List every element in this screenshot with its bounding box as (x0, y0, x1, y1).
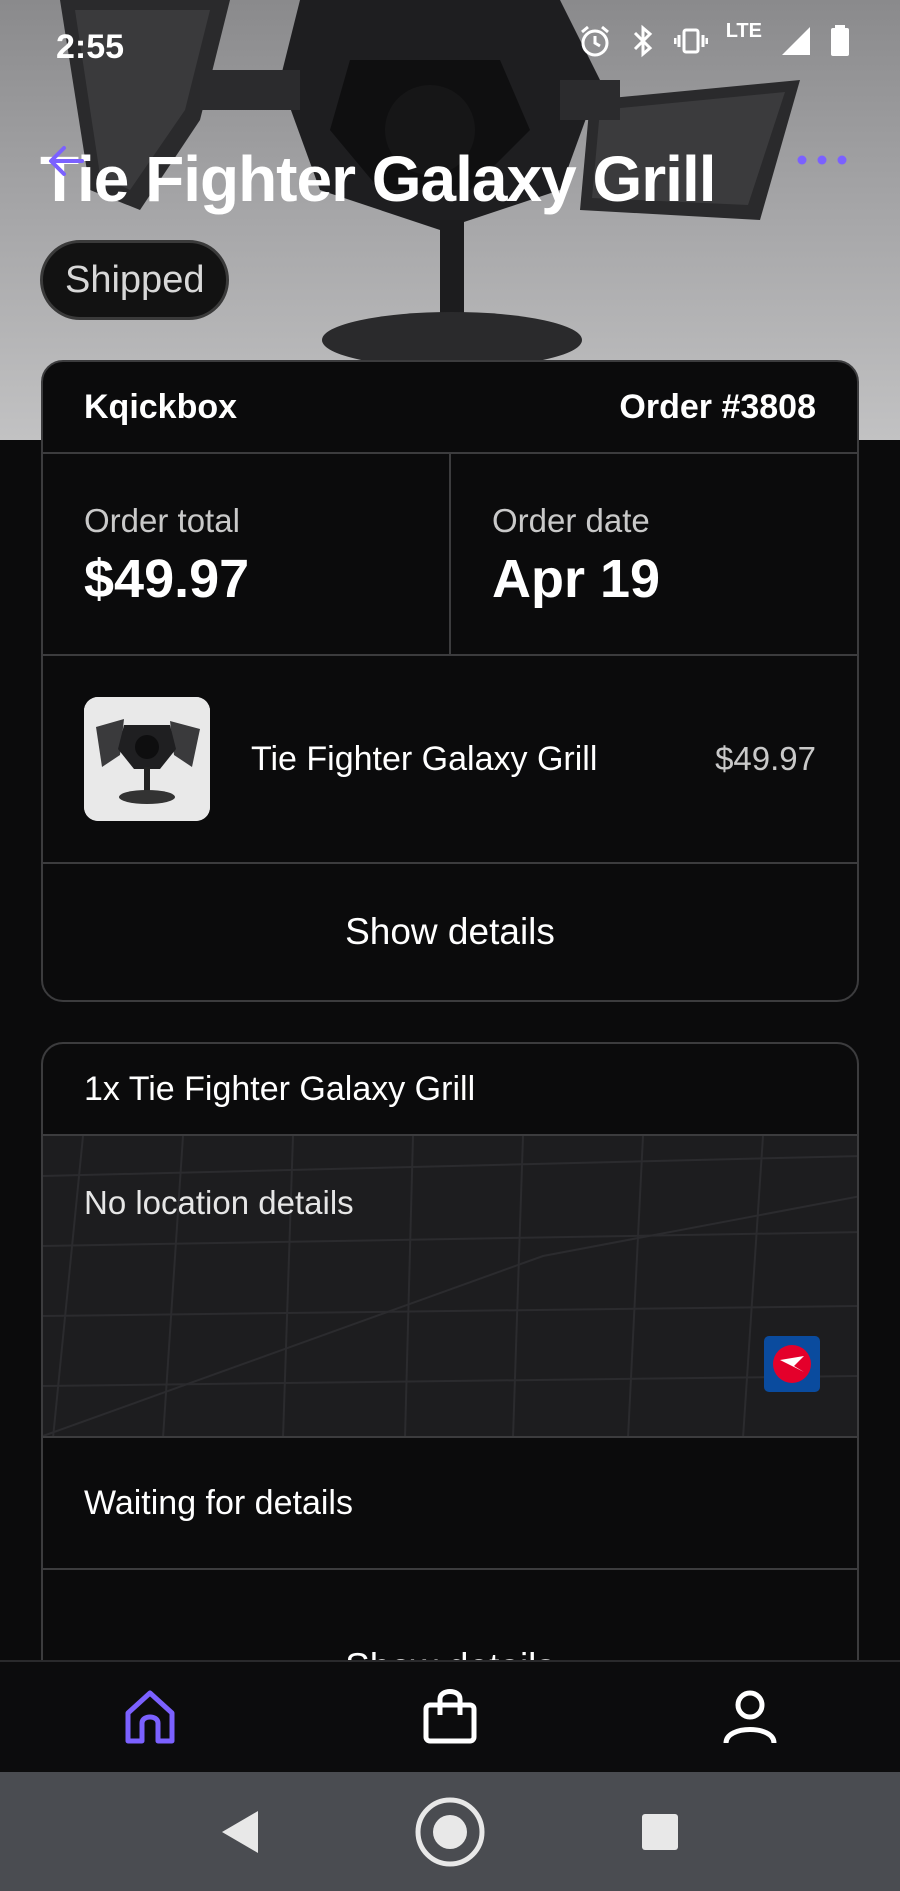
product-image (84, 697, 210, 821)
status-icons: LTE (578, 20, 850, 58)
order-date-cell: Order date Apr 19 (449, 454, 857, 654)
home-icon (125, 1690, 175, 1744)
profile-icon (723, 1690, 777, 1744)
order-total-label: Order total (84, 502, 240, 539)
status-bar: 2:55 LTE (0, 0, 900, 96)
status-time: 2:55 (56, 28, 125, 66)
nav-home[interactable] (90, 1667, 210, 1767)
bag-icon (423, 1689, 477, 1744)
location-text: No location details (84, 1184, 354, 1221)
system-home-button[interactable] (410, 1792, 490, 1872)
bottom-nav (0, 1660, 900, 1772)
show-details-button[interactable]: Show details (43, 864, 857, 1000)
shipment-title: 1x Tie Fighter Galaxy Grill (43, 1044, 857, 1136)
order-date-label: Order date (492, 502, 650, 539)
circle-home-icon (415, 1797, 485, 1866)
status-badge: Shipped (40, 240, 230, 320)
page-title: Tie Fighter Galaxy Grill (40, 143, 716, 215)
system-recents-button[interactable] (620, 1792, 700, 1872)
item-name: Tie Fighter Galaxy Grill (251, 739, 598, 778)
product-thumbnail (84, 697, 210, 821)
store-name: Kqickbox (84, 387, 238, 426)
waiting-status: Waiting for details (43, 1438, 857, 1570)
battery-icon (831, 25, 849, 56)
shipment-card: 1x Tie Fighter Galaxy Grill No location … (41, 1042, 859, 1662)
canada-post-icon (764, 1336, 820, 1392)
shipment-show-details-button[interactable]: Show details (43, 1570, 857, 1662)
system-nav-bar (0, 1772, 900, 1891)
triangle-back-icon (222, 1810, 258, 1853)
square-recents-icon (642, 1813, 678, 1850)
nav-shop[interactable] (390, 1667, 510, 1767)
vibrate-icon (673, 28, 708, 54)
network-label: LTE (725, 19, 762, 42)
system-back-button[interactable] (200, 1792, 280, 1872)
map-view[interactable]: No location details (43, 1136, 857, 1438)
more-options-icon[interactable] (792, 148, 852, 172)
order-number: Order #3808 (619, 387, 816, 426)
order-header: Kqickbox Order #3808 (43, 362, 857, 454)
map-grid (43, 1136, 857, 1436)
order-item[interactable]: Tie Fighter Galaxy Grill $49.97 (43, 656, 857, 864)
item-price: $49.97 (715, 740, 816, 777)
order-card: Kqickbox Order #3808 Order total $49.97 … (41, 360, 859, 1002)
order-date-value: Apr 19 (492, 549, 661, 609)
nav-profile[interactable] (690, 1667, 810, 1767)
order-total-value: $49.97 (84, 549, 250, 609)
alarm-icon (580, 25, 609, 57)
back-arrow-icon[interactable] (42, 136, 92, 186)
order-total-cell: Order total $49.97 (43, 454, 449, 654)
bluetooth-icon (633, 24, 652, 58)
order-totals: Order total $49.97 Order date Apr 19 (43, 454, 857, 656)
signal-icon (782, 27, 810, 55)
